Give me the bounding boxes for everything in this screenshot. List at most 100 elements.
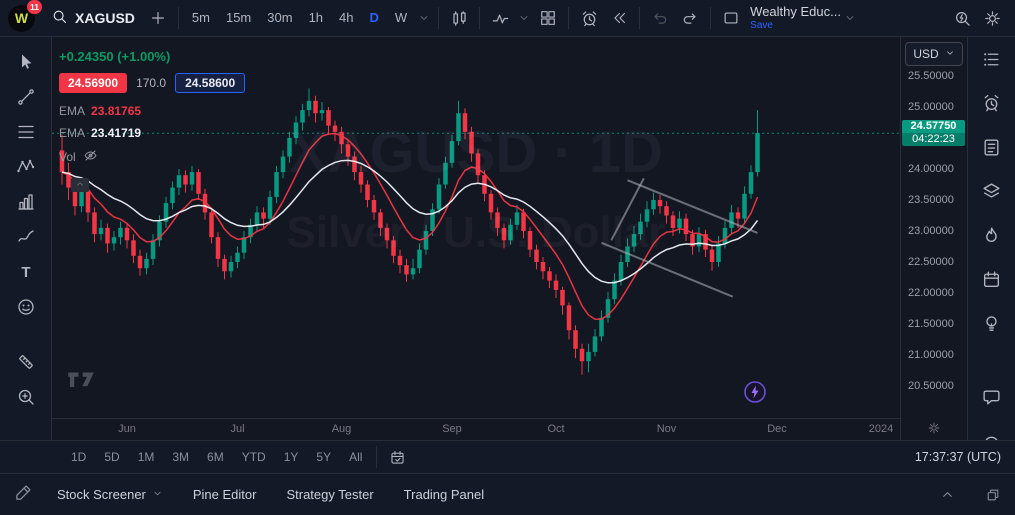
- ruler-icon[interactable]: [9, 351, 43, 373]
- currency-dropdown[interactable]: USD: [905, 42, 963, 66]
- app-logo[interactable]: W 11: [8, 5, 35, 32]
- range-5y[interactable]: 5Y: [307, 448, 340, 466]
- timeframe-D[interactable]: D: [362, 3, 387, 33]
- multichart-layout-button[interactable]: [533, 3, 563, 33]
- hotlists-icon[interactable]: [975, 225, 1009, 246]
- volume-row[interactable]: Vol: [59, 148, 245, 166]
- range-1m[interactable]: 1M: [129, 448, 164, 466]
- boost-badge[interactable]: [743, 380, 767, 409]
- time-axis[interactable]: JunJulAugSepOctNovDec2024: [52, 418, 900, 440]
- calendar-icon[interactable]: [975, 269, 1009, 290]
- range-3m[interactable]: 3M: [163, 448, 198, 466]
- divider: [710, 7, 711, 29]
- left-toolbar: T: [0, 37, 52, 440]
- panel-expand-icon[interactable]: [940, 487, 955, 502]
- layout-chevron-icon[interactable]: [841, 3, 859, 33]
- price-label: 21.00000: [908, 349, 954, 361]
- settings-button[interactable]: [977, 3, 1007, 33]
- current-price: 24.57750: [902, 120, 965, 133]
- forecast-icon[interactable]: [9, 191, 43, 213]
- tradingview-app: W 11 XAGUSD 5m15m30m1h4hDW Wealthy Educ.…: [0, 0, 1015, 515]
- restore-window-icon[interactable]: [985, 487, 1001, 503]
- divider: [376, 446, 377, 468]
- topbar: W 11 XAGUSD 5m15m30m1h4hDW Wealthy Educ.…: [0, 0, 1015, 37]
- current-price-tag: 24.57750 04:22:23: [902, 120, 965, 146]
- range-5d[interactable]: 5D: [95, 448, 128, 466]
- price-axis[interactable]: USD 25.5000025.0000024.5000024.0000023.5…: [900, 37, 967, 440]
- price-label: 24.00000: [908, 163, 954, 175]
- tab-trading-panel[interactable]: Trading Panel: [404, 487, 484, 502]
- indicator-label: EMA: [59, 104, 85, 118]
- sell-button[interactable]: 24.56900: [59, 73, 127, 93]
- timeframe-W[interactable]: W: [387, 3, 415, 33]
- object-tree-icon[interactable]: [975, 181, 1009, 202]
- text-icon[interactable]: T: [9, 261, 43, 283]
- range-ytd[interactable]: YTD: [233, 448, 275, 466]
- indicator-row[interactable]: EMA 23.81765: [59, 104, 245, 118]
- axis-settings-icon[interactable]: [927, 421, 941, 438]
- chevron-down-icon: [945, 47, 955, 61]
- legend-collapse-button[interactable]: [71, 178, 89, 192]
- range-all[interactable]: All: [340, 448, 371, 466]
- tradingview-logo[interactable]: [65, 370, 97, 392]
- cursor-icon[interactable]: [9, 51, 43, 73]
- footer-tabs: Stock Screener Pine Editor Strategy Tester…: [57, 487, 484, 502]
- divider: [178, 7, 179, 29]
- go-to-date-button[interactable]: [382, 442, 412, 472]
- indicator-row[interactable]: EMA 23.41719: [59, 126, 245, 140]
- buy-button[interactable]: 24.58600: [175, 73, 245, 93]
- range-1d[interactable]: 1D: [62, 448, 95, 466]
- layout-name: Wealthy Educ...: [750, 5, 841, 19]
- news-icon[interactable]: [975, 137, 1009, 158]
- save-button[interactable]: Save: [750, 20, 841, 31]
- right-sidebar: [967, 37, 1015, 440]
- volume-label: Vol: [59, 150, 76, 164]
- drawing-panel-icon[interactable]: [14, 483, 33, 507]
- time-axis-label: Jun: [118, 423, 136, 435]
- brush-icon[interactable]: [9, 226, 43, 248]
- chat-icon[interactable]: [975, 387, 1009, 408]
- notification-badge: 11: [27, 0, 42, 14]
- currency-label: USD: [913, 47, 938, 61]
- redo-button[interactable]: [675, 3, 705, 33]
- timeframe-15m[interactable]: 15m: [218, 3, 259, 33]
- layout-menu[interactable]: Wealthy Educ... Save: [750, 5, 841, 31]
- chart-style-button[interactable]: [444, 3, 474, 33]
- compare-add-button[interactable]: [143, 3, 173, 33]
- indicators-button[interactable]: [485, 3, 515, 33]
- time-axis-label: Dec: [767, 423, 787, 435]
- ideas-icon[interactable]: [975, 313, 1009, 334]
- tab-pine-editor[interactable]: Pine Editor: [193, 487, 257, 502]
- tab-stock-screener[interactable]: Stock Screener: [57, 487, 163, 502]
- range-1y[interactable]: 1Y: [275, 448, 308, 466]
- alert-button[interactable]: [574, 3, 604, 33]
- emoji-icon[interactable]: [9, 296, 43, 318]
- alerts-icon[interactable]: [975, 93, 1009, 114]
- timeframe-30m[interactable]: 30m: [259, 3, 300, 33]
- quick-search-button[interactable]: [947, 3, 977, 33]
- tab-strategy-tester[interactable]: Strategy Tester: [286, 487, 373, 502]
- xabcd-pattern-icon[interactable]: [9, 156, 43, 178]
- timeframe-5m[interactable]: 5m: [184, 3, 218, 33]
- timeframe-1h[interactable]: 1h: [301, 3, 331, 33]
- price-label: 22.00000: [908, 287, 954, 299]
- save-layout-icon[interactable]: [716, 3, 746, 33]
- timeframe-4h[interactable]: 4h: [331, 3, 361, 33]
- timeframe-menu-chevron-icon[interactable]: [415, 3, 433, 33]
- undo-button[interactable]: [645, 3, 675, 33]
- chart-area[interactable]: XAGUSD · 1D Silver / U.S. Dollar +0.2435…: [52, 37, 900, 418]
- svg-text:T: T: [21, 264, 30, 281]
- clock[interactable]: 17:37:37 (UTC): [915, 450, 1001, 464]
- range-6m[interactable]: 6M: [198, 448, 233, 466]
- symbol-search-button[interactable]: XAGUSD: [43, 8, 143, 28]
- indicators-chevron-icon[interactable]: [515, 3, 533, 33]
- time-axis-label: Aug: [332, 423, 352, 435]
- eye-off-icon[interactable]: [83, 148, 98, 166]
- bar-replay-button[interactable]: [604, 3, 634, 33]
- trend-line-icon[interactable]: [9, 86, 43, 108]
- zoom-icon[interactable]: [9, 386, 43, 408]
- watchlist-icon[interactable]: [975, 49, 1009, 70]
- fib-retracement-icon[interactable]: [9, 121, 43, 143]
- range-group: 1D5D1M3M6MYTD1Y5YAll: [62, 448, 371, 466]
- footer: Stock Screener Pine Editor Strategy Tester…: [0, 473, 1015, 515]
